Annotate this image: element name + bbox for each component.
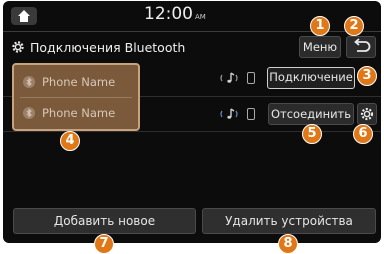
callout-badge: 3 [357,66,377,86]
device-item[interactable]: Phone Name [20,67,132,98]
page-title: Подключения Bluetooth [30,40,186,55]
callout-badge: 1 [310,16,330,36]
device-settings-button[interactable] [357,103,377,125]
add-new-device-button[interactable]: Добавить новое [13,208,196,234]
clock-ampm: AM [195,13,206,21]
callout-badge: 8 [278,234,298,254]
delete-devices-button[interactable]: Удалить устройства [202,208,376,234]
audio-streaming-icon [220,108,238,119]
device-list-selection: Phone Name Phone Name [12,63,140,131]
device-item[interactable]: Phone Name [20,98,132,128]
callout-badge: 4 [60,131,80,151]
home-icon [18,10,30,22]
connect-button[interactable]: Подключение [267,67,355,89]
back-button[interactable] [346,36,376,58]
callout-badge: 7 [94,234,114,254]
audio-streaming-icon [220,72,238,83]
device-name: Phone Name [42,75,116,89]
callout-badge: 6 [353,124,373,144]
device-name: Phone Name [42,106,116,120]
phone-icon [247,72,255,84]
gear-icon [12,41,24,53]
bluetooth-screen: 12:00 AM Подключения Bluetooth Меню Phone… [3,1,381,243]
clock-time: 12:00 [144,4,193,24]
callout-badge: 5 [302,124,322,144]
menu-button[interactable]: Меню [299,36,341,58]
back-arrow-icon [354,38,371,52]
disconnect-button[interactable]: Отсоединить [268,103,354,125]
bluetooth-icon [23,107,35,119]
phone-icon [247,108,255,120]
home-button[interactable] [11,7,37,25]
gear-icon [360,107,374,121]
divider [3,131,381,132]
bluetooth-icon [23,76,35,88]
callout-badge: 2 [344,16,364,36]
clock: 12:00 AM [144,4,206,24]
